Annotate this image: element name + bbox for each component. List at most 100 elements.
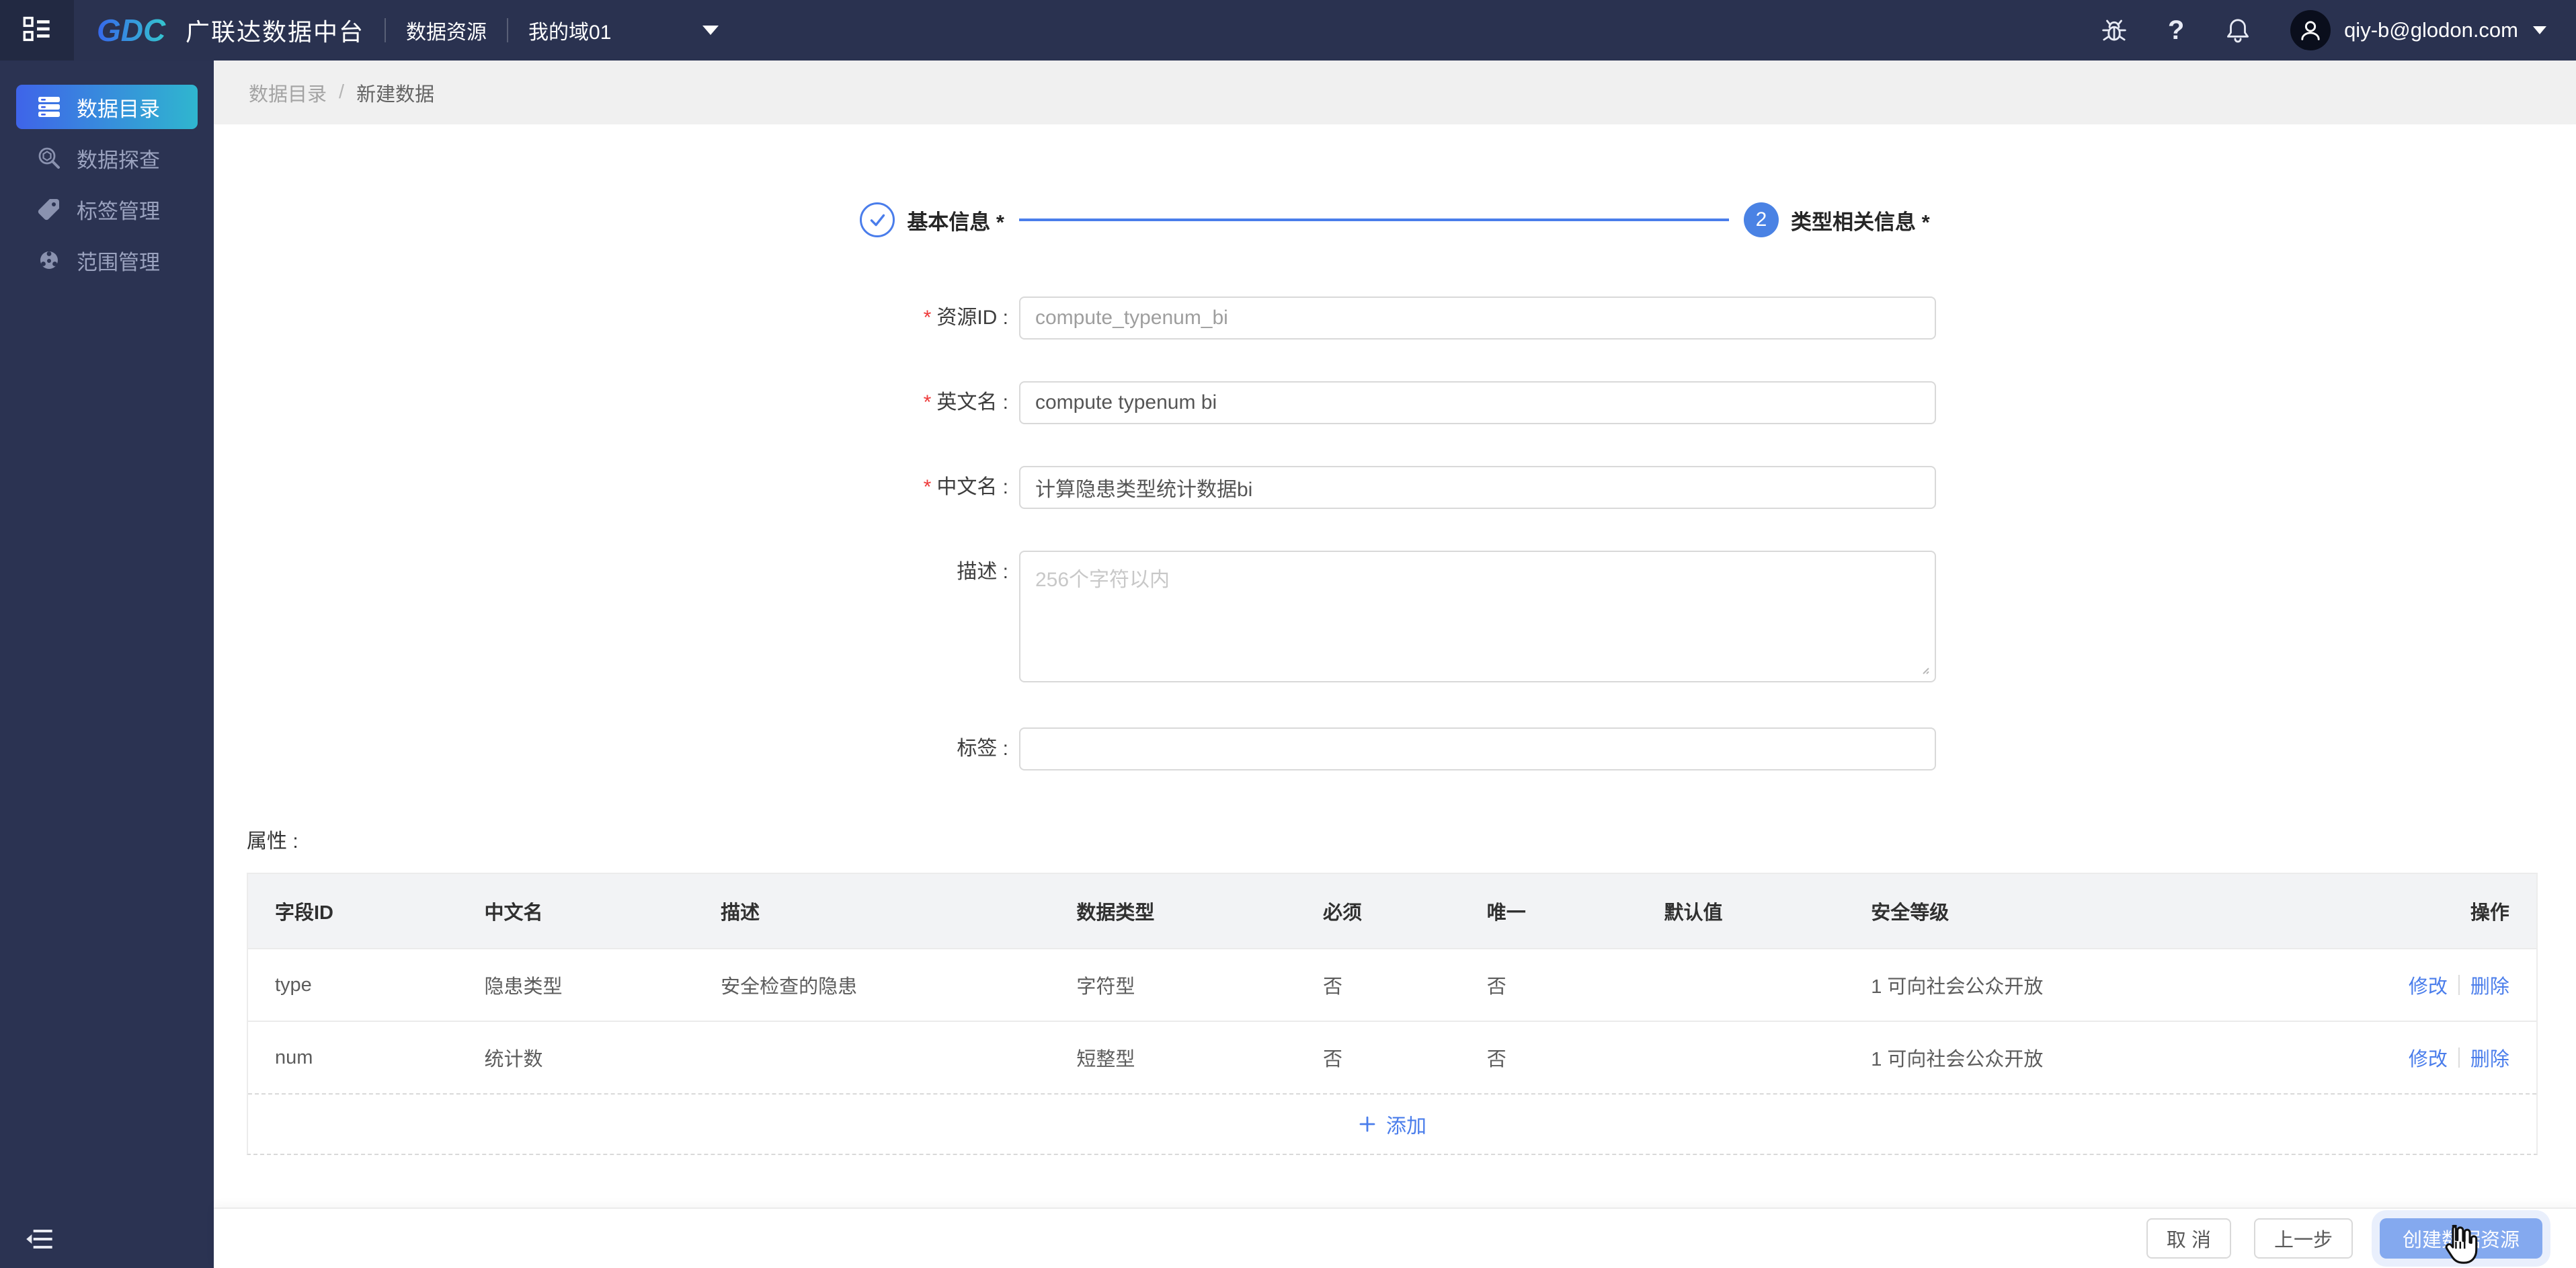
form-row-description: 描述 : [214,551,2576,686]
brand: GDC 广联达数据中台 [97,13,364,48]
help-icon[interactable]: ? [2161,15,2191,45]
divider [2458,975,2460,995]
product-title: 广联达数据中台 [186,18,365,46]
sidebar-collapse-button[interactable] [26,1225,54,1253]
description-textarea[interactable] [1019,551,1936,682]
step-2-circle: 2 [1744,202,1779,237]
stepper: 基本信息 * 2 类型相关信息 * [214,202,2576,237]
resource-id-input[interactable] [1019,296,1936,340]
table-header-row: 字段ID 中文名 描述 数据类型 必须 唯一 默认值 安全等级 操作 [248,874,2536,948]
breadcrumb-current: 新建数据 [356,83,435,106]
bug-report-icon[interactable] [2099,15,2129,45]
cell-operations: 修改 删除 [2315,1043,2536,1072]
type-info-form: *资源ID : *英文名 : *中文名 : 描述 : [214,296,2576,770]
cell-operations: 修改 删除 [2315,971,2536,999]
table-row: num 统计数 短整型 否 否 1 可向社会公众开放 修改 删除 [248,1021,2536,1093]
data-explore-icon [36,145,62,171]
domain-selector[interactable]: 我的域01 [528,15,719,45]
sidebar-item-label: 范围管理 [77,250,160,274]
tag-icon [36,196,62,222]
collapse-left-icon [26,1230,52,1249]
column-header: 唯一 [1486,902,1526,924]
chevron-down-icon [702,26,719,35]
chevron-down-icon [2533,26,2546,34]
tags-input[interactable] [1019,727,1936,770]
scope-icon [36,247,62,273]
user-menu[interactable]: qiy-b@glodon.com [2253,10,2546,50]
menu-list-icon [23,15,51,46]
column-header: 数据类型 [1076,902,1155,924]
description-label: 描述 : [957,561,1008,583]
table-row: type 隐患类型 安全检查的隐患 字符型 否 否 1 可向社会公众开放 修改 … [248,948,2536,1021]
chinese-name-input[interactable] [1019,466,1936,509]
form-row-chinese-name: * 中文名 : [214,466,2576,509]
nav-collapse-button[interactable] [0,0,74,61]
required-mark: * [923,307,932,329]
topbar: GDC 广联达数据中台 数据资源 我的域01 ? qiy-b@glodon.co… [0,0,2576,61]
step-1-done-circle[interactable] [860,202,895,237]
column-header: 安全等级 [1871,902,1949,924]
cell-field-id: type [275,974,312,996]
chinese-name-label: * 中文名 : [923,476,1008,498]
notification-bell-icon[interactable] [2223,15,2253,45]
breadcrumb-parent[interactable]: 数据目录 [249,79,327,107]
cell-required: 否 [1323,1049,1343,1070]
main-content: 基本信息 * 2 类型相关信息 * *资源ID : *英文名 : *中文名 : [214,124,2576,1207]
cell-data-type: 字符型 [1076,976,1135,998]
sidebar-item-label: 标签管理 [77,199,160,223]
nav-item-data-resource[interactable]: 数据资源 [406,15,487,45]
cell-cn-name: 隐患类型 [484,976,563,998]
cell-unique: 否 [1486,1049,1506,1070]
cell-field-id: num [275,1046,313,1068]
column-header: 字段ID [275,902,334,924]
previous-step-button[interactable]: 上一步 [2253,1218,2353,1259]
step-2-label: 类型相关信息 * [1791,210,1930,234]
column-header: 默认值 [1664,902,1723,924]
step-1-label[interactable]: 基本信息 * [907,205,1004,235]
avatar [2290,10,2331,50]
required-mark: * [923,476,932,498]
data-catalog-icon [36,94,62,120]
delete-link[interactable]: 删除 [2470,1043,2509,1072]
domain-selector-value: 我的域01 [528,22,612,44]
cancel-button[interactable]: 取 消 [2146,1218,2231,1259]
add-label: 添加 [1386,1115,1426,1138]
add-attribute-button[interactable]: 添加 [248,1093,2536,1154]
plus-icon [1358,1115,1377,1134]
attributes-section-title: 属性 : [247,830,298,853]
form-row-english-name: * 英文名 : [214,381,2576,424]
sidebar-item-scope-management[interactable]: 范围管理 [16,238,198,282]
sidebar-item-data-catalog[interactable]: 数据目录 [16,85,198,129]
attributes-table: 字段ID 中文名 描述 数据类型 必须 唯一 默认值 安全等级 操作 type … [247,873,2538,1155]
footer-action-bar: 取 消 上一步 创建数据资源 [214,1207,2576,1268]
divider [2458,1047,2460,1068]
edit-link[interactable]: 修改 [2409,1043,2448,1072]
cell-data-type: 短整型 [1076,1049,1135,1070]
cell-description: 安全检查的隐患 [721,976,858,998]
english-name-label: * 英文名 : [923,391,1008,413]
divider [507,18,509,42]
cell-security-level: 1 可向社会公众开放 [1871,976,2044,998]
sidebar-item-label: 数据目录 [77,97,160,121]
form-row-resource-id: * 资源ID : [214,296,2576,340]
sidebar-item-tag-management[interactable]: 标签管理 [16,187,198,231]
resize-grip-icon[interactable] [1917,662,1931,679]
step-2-number: 2 [1755,208,1767,231]
column-header: 中文名 [484,902,543,924]
sidebar-item-label: 数据探查 [77,148,160,172]
create-data-resource-button[interactable]: 创建数据资源 [2379,1218,2542,1259]
cell-unique: 否 [1486,976,1506,998]
sidebar-item-data-explore[interactable]: 数据探查 [16,136,198,180]
english-name-input[interactable] [1019,381,1936,424]
check-icon [871,214,885,227]
form-row-tags: 标签 : [214,727,2576,770]
cell-security-level: 1 可向社会公众开放 [1871,1049,2044,1070]
delete-link[interactable]: 删除 [2470,971,2509,999]
required-mark: * [923,391,932,413]
edit-link[interactable]: 修改 [2409,971,2448,999]
step-connector-line [1019,219,1729,221]
column-header: 必须 [1323,902,1363,924]
resource-id-label: * 资源ID : [923,307,1008,329]
svg-text:GDC: GDC [97,13,166,48]
sidebar: 数据目录 数据探查 标签管理 范围管理 [0,61,214,1268]
